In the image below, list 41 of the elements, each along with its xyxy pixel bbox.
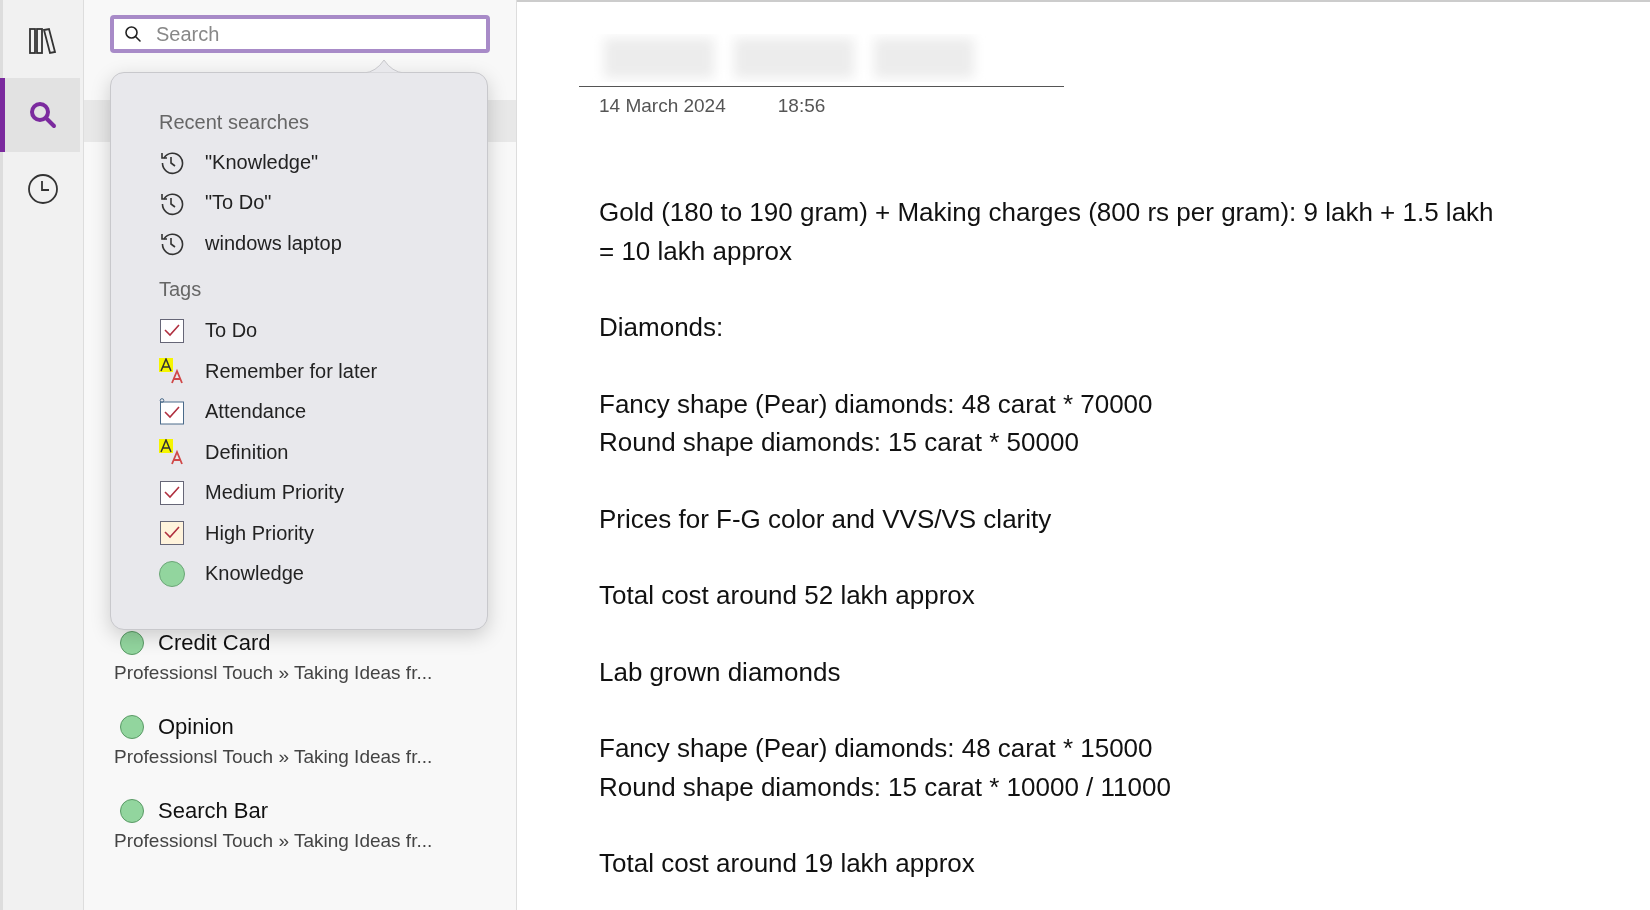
note-time: 18:56 [777,95,826,117]
tag-item[interactable]: Definition [159,432,487,473]
note-date: 14 March 2024 [599,95,726,117]
note-text: Round shape diamonds: 15 carat * 50000 [599,426,1080,459]
note-text: Total cost around 19 lakh approx [599,847,976,880]
search-icon [124,25,142,43]
highlight-icon [159,358,185,385]
tag-item[interactable]: High Priority [159,513,487,554]
books-icon [27,27,58,55]
recent-search-item[interactable]: "To Do" [159,182,487,223]
search-button[interactable] [0,78,80,152]
tag-item[interactable]: Medium Priority [159,472,487,513]
result-title[interactable]: Search Bar [158,798,269,824]
note-text: Lab grown diamonds [599,655,842,689]
tag-item[interactable]: To Do [159,310,487,351]
person-checkbox-icon [159,397,185,426]
section-heading: Recent searches [159,111,311,134]
result-title[interactable]: Opinion [158,714,234,740]
tag-item[interactable]: Attendance [159,391,487,432]
tag-item[interactable]: Remember for later [159,351,487,392]
history-icon [159,149,185,176]
result-path: Professionsl Touch » Taking Ideas fr... [114,746,434,768]
result-path: Professionsl Touch » Taking Ideas fr... [114,662,434,684]
note-text: Fancy shape (Pear) diamonds: 48 carat * 15000 [599,732,1154,765]
result-path: Professionsl Touch » Taking Ideas fr... [114,830,434,852]
note-text: Prices for F-G color and VVS/VS clarity [599,502,1053,536]
recent-search-item[interactable]: windows laptop [159,223,487,264]
search-field[interactable]: Search [110,15,490,53]
history-icon [159,230,185,257]
section-heading: Tags [159,277,203,301]
note-text: Gold (180 to 190 gram) + Making charges (800 rs per gram): 9 lakh + 1.5 lakh = 10 lakh approx [599,196,1495,268]
note-text: Round shape diamonds: 15 carat * 10000 / 11000 [599,770,1172,804]
tag-item[interactable]: Knowledge [159,553,487,594]
clock-icon [26,173,59,205]
result-title[interactable]: Credit Card [158,630,271,656]
search-icon [27,100,58,130]
note-text: Fancy shape (Pear) diamonds: 48 carat * 70000 [599,387,1154,421]
highlight-icon [159,439,185,466]
note-text: Total cost around 52 lakh approx [599,579,976,612]
recent-search-item[interactable]: "Knowledge" [159,142,487,183]
note-text: Diamonds: [599,311,725,344]
